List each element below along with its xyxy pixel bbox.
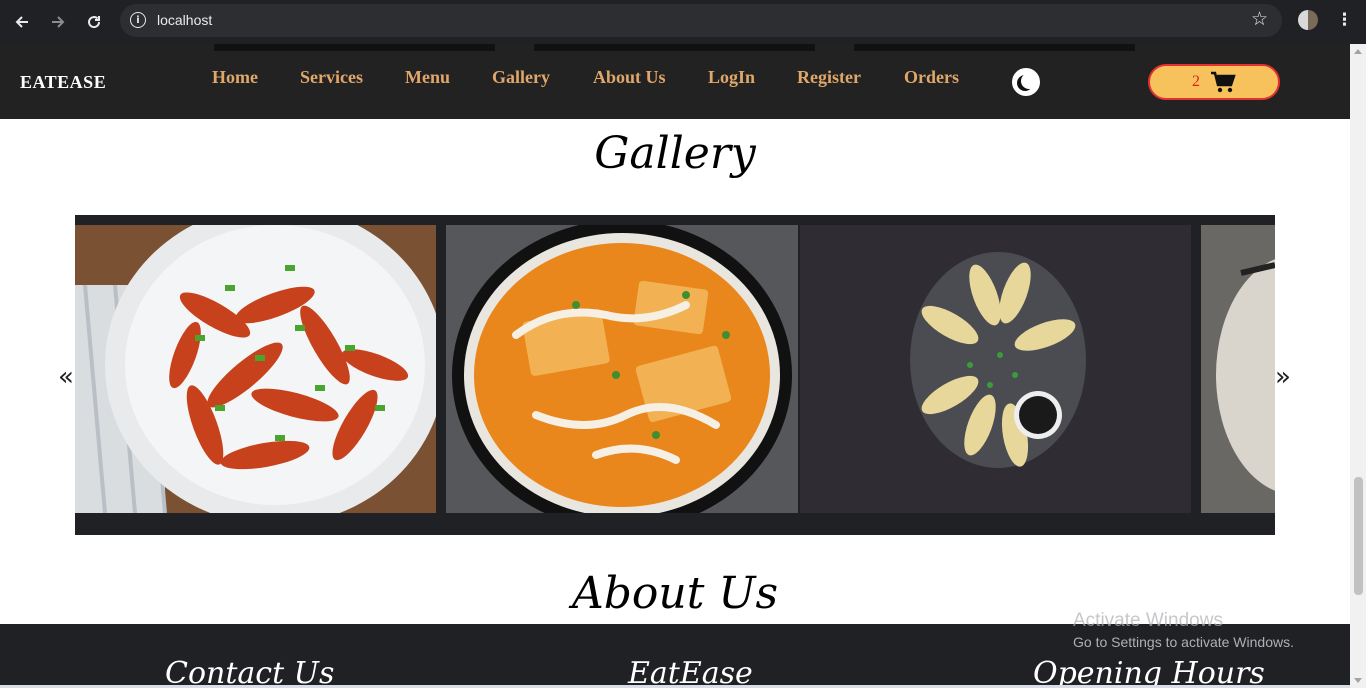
gallery-slide-1[interactable] xyxy=(75,225,436,513)
address-bar[interactable]: i localhost ☆ xyxy=(120,4,1282,37)
nav-about-us[interactable]: About Us xyxy=(593,67,666,88)
nav-home[interactable]: Home xyxy=(212,67,258,88)
decor-strip xyxy=(854,44,1135,51)
site-header: EATEASE Home Services Menu Gallery About… xyxy=(0,44,1350,119)
decor-strip xyxy=(534,44,815,51)
reload-icon[interactable] xyxy=(81,9,107,35)
scroll-thumb[interactable] xyxy=(1354,477,1363,595)
nav-register[interactable]: Register xyxy=(797,67,861,88)
dark-mode-toggle[interactable] xyxy=(1010,66,1042,98)
url-text: localhost xyxy=(157,12,213,28)
nav-services[interactable]: Services xyxy=(300,67,363,88)
footer-brand-heading: EatEase xyxy=(628,656,753,688)
brand-logo[interactable]: EATEASE xyxy=(20,72,106,93)
cart-button[interactable]: 2 xyxy=(1148,64,1280,100)
browser-toolbar: i localhost ☆ ⋮ xyxy=(0,0,1366,44)
watermark-line-1: Activate Windows xyxy=(1073,610,1223,631)
site-info-icon[interactable]: i xyxy=(130,12,146,28)
profile-avatar[interactable] xyxy=(1298,10,1318,30)
nav-login[interactable]: LogIn xyxy=(708,67,755,88)
browser-menu-icon[interactable]: ⋮ xyxy=(1336,10,1353,30)
back-icon[interactable] xyxy=(9,9,35,35)
gallery-carousel xyxy=(75,215,1275,535)
forward-icon[interactable] xyxy=(45,9,71,35)
carousel-prev-button[interactable]: « xyxy=(58,362,74,392)
gallery-slide-2[interactable] xyxy=(446,225,798,513)
bookmark-star-icon[interactable]: ☆ xyxy=(1251,8,1268,30)
cart-icon xyxy=(1211,71,1236,93)
page-scrollbar[interactable] xyxy=(1350,44,1366,688)
windows-activation-watermark: Activate Windows Go to Settings to activ… xyxy=(1073,610,1294,650)
nav-menu[interactable]: Menu xyxy=(405,67,450,88)
gallery-slide-3[interactable] xyxy=(800,225,1191,513)
gallery-slide-4[interactable] xyxy=(1201,225,1275,513)
gallery-heading: Gallery xyxy=(594,128,756,179)
footer-contact-heading: Contact Us xyxy=(165,656,335,688)
scroll-up-icon[interactable] xyxy=(1354,49,1362,54)
footer-hours-heading: Opening Hours xyxy=(1033,656,1265,688)
decor-strip xyxy=(214,44,495,51)
moon-icon xyxy=(1021,73,1037,89)
scroll-down-icon[interactable] xyxy=(1354,678,1362,683)
cart-count: 2 xyxy=(1192,73,1200,90)
watermark-line-2: Go to Settings to activate Windows. xyxy=(1073,634,1294,650)
nav-gallery[interactable]: Gallery xyxy=(492,67,550,88)
carousel-next-button[interactable]: » xyxy=(1275,362,1291,392)
nav-orders[interactable]: Orders xyxy=(904,67,959,88)
